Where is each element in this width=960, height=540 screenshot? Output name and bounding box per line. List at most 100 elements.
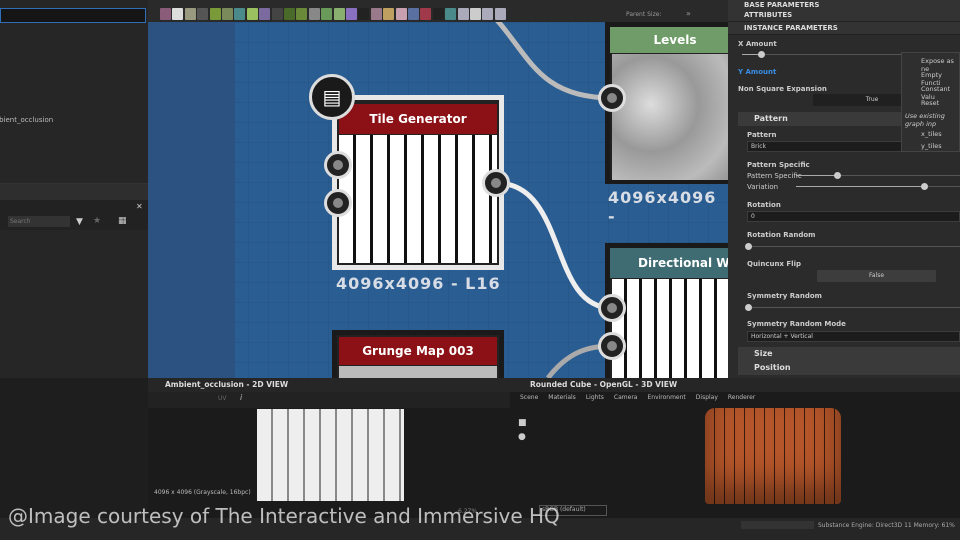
node-doc-icon: ▤ xyxy=(309,74,355,120)
menu-camera[interactable]: Camera xyxy=(614,394,638,401)
menu-item-x-tiles[interactable]: x_tiles xyxy=(921,130,942,138)
menu-item-reset[interactable]: Reset xyxy=(921,99,939,107)
texture-preview xyxy=(257,409,404,501)
output-socket[interactable] xyxy=(482,169,510,197)
panel-divider xyxy=(0,183,148,200)
rotation-input[interactable]: 0 xyxy=(747,211,960,222)
node-tool-icon[interactable] xyxy=(470,8,481,20)
input-socket[interactable] xyxy=(324,151,352,179)
menu-renderer[interactable]: Renderer xyxy=(728,394,755,401)
menu-display[interactable]: Display xyxy=(696,394,718,401)
explorer-field[interactable] xyxy=(0,8,146,23)
node-tool-icon[interactable] xyxy=(296,8,308,20)
quincunx-toggle[interactable]: False xyxy=(817,270,936,282)
info-icon[interactable]: i xyxy=(240,393,242,402)
node-tool-icon[interactable] xyxy=(494,8,506,20)
node-tool-icon[interactable] xyxy=(420,8,432,20)
slider-handle[interactable] xyxy=(920,183,928,190)
input-socket[interactable] xyxy=(598,84,626,112)
node-tool-icon[interactable] xyxy=(321,8,333,20)
rotation-label: Rotation xyxy=(747,201,781,209)
input-socket[interactable] xyxy=(598,294,626,322)
non-square-label: Non Square Expansion xyxy=(738,85,827,93)
context-menu: Expose as ne Empty Functi Constant Valu … xyxy=(901,52,960,152)
pattern-specific-label: Pattern Specific xyxy=(747,172,802,180)
slider-handle[interactable] xyxy=(745,304,752,311)
pattern-select[interactable]: Brick xyxy=(747,141,902,152)
view-2d-title: Ambient_occlusion - 2D VIEW xyxy=(148,378,510,392)
node-tool-icon[interactable] xyxy=(284,8,295,20)
node-tool-icon[interactable] xyxy=(383,8,395,20)
symmetry-mode-select[interactable]: Horizontal + Vertical xyxy=(747,331,960,342)
node-thumbnail xyxy=(339,135,497,263)
input-socket[interactable] xyxy=(324,189,352,217)
node-title: Directional Wa xyxy=(610,248,728,278)
uv-dropdown[interactable]: UV xyxy=(218,395,227,402)
explorer-panel: ambient_occlusion Search ▼ ★ ▦ ✕ xyxy=(0,0,148,378)
engine-status: Substance Engine: Direct3D 11 Memory: 61… xyxy=(818,522,955,529)
x-amount-label: X Amount xyxy=(738,40,777,48)
filter-icon[interactable]: ▼ xyxy=(76,217,83,227)
tree-item[interactable]: ambient_occlusion xyxy=(0,116,53,124)
star-icon[interactable]: ★ xyxy=(93,216,101,226)
menu-environment[interactable]: Environment xyxy=(647,394,685,401)
group-size[interactable]: Size xyxy=(738,347,960,361)
slider-handle[interactable] xyxy=(834,172,841,179)
grid-view-icon[interactable]: ▦ xyxy=(118,216,127,226)
node-tool-icon[interactable] xyxy=(259,8,271,20)
library-search-input[interactable]: Search xyxy=(8,216,70,227)
node-grunge-map[interactable]: Grunge Map 003 xyxy=(332,330,504,378)
node-tool-icon[interactable] xyxy=(346,8,357,20)
menu-lights[interactable]: Lights xyxy=(586,394,604,401)
quincunx-label: Quincunx Flip xyxy=(747,260,801,268)
node-tool-icon[interactable] xyxy=(308,8,320,20)
node-tool-icon[interactable] xyxy=(358,8,370,20)
node-thumbnail xyxy=(339,366,497,378)
input-socket[interactable] xyxy=(598,332,626,360)
close-icon[interactable]: ✕ xyxy=(136,202,143,211)
wire xyxy=(495,180,613,311)
x-amount-slider[interactable] xyxy=(742,51,902,58)
graph-canvas[interactable]: Tile Generator ▤ 4096x4096 - L16 Levels … xyxy=(148,22,728,378)
menu-item-y-tiles[interactable]: y_tiles xyxy=(921,142,942,150)
node-tool-icon[interactable] xyxy=(222,8,233,20)
node-tool-icon[interactable] xyxy=(209,8,221,20)
node-tool-icon[interactable] xyxy=(271,8,283,20)
menu-scene[interactable]: Scene xyxy=(520,394,538,401)
group-position[interactable]: Position xyxy=(738,361,960,375)
node-tool-icon[interactable] xyxy=(333,8,345,20)
node-tool-icon[interactable] xyxy=(234,8,246,20)
panel-title: Rounded Cube - OpenGL - 3D VIEW xyxy=(530,380,678,389)
rotation-random-label: Rotation Random xyxy=(747,231,816,239)
slider-handle[interactable] xyxy=(745,243,752,250)
node-tool-icon[interactable] xyxy=(172,8,184,20)
pattern-specific-slider[interactable] xyxy=(796,172,960,179)
node-tool-icon[interactable] xyxy=(160,8,171,20)
node-title: Tile Generator xyxy=(339,104,497,134)
node-tool-icon[interactable] xyxy=(457,8,469,20)
node-tool-icon[interactable] xyxy=(432,8,444,20)
symmetry-random-slider[interactable] xyxy=(745,304,960,311)
camera-icon[interactable]: ■ xyxy=(518,418,527,428)
more-button[interactable]: » xyxy=(686,9,691,18)
section-instance-parameters[interactable]: INSTANCE PARAMETERS xyxy=(728,22,960,35)
menu-materials[interactable]: Materials xyxy=(548,394,576,401)
node-tool-icon[interactable] xyxy=(482,8,494,20)
node-tool-icon[interactable] xyxy=(395,8,407,20)
rotation-random-slider[interactable] xyxy=(745,243,960,250)
variation-slider[interactable] xyxy=(796,183,960,190)
node-tile-generator[interactable]: Tile Generator xyxy=(332,95,504,270)
section-attributes[interactable]: ATTRIBUTES xyxy=(728,9,960,22)
node-tool-icon[interactable] xyxy=(197,8,209,20)
node-tool-icon[interactable] xyxy=(370,8,382,20)
node-tool-icon[interactable] xyxy=(184,8,196,20)
node-tool-icon[interactable] xyxy=(445,8,457,20)
node-tool-icon[interactable] xyxy=(408,8,419,20)
view-3d-title: Rounded Cube - OpenGL - 3D VIEW xyxy=(510,378,960,392)
menu-hint: Use existing graph inp xyxy=(905,112,945,128)
symmetry-random-label: Symmetry Random xyxy=(747,292,822,300)
light-icon[interactable]: ● xyxy=(518,432,526,442)
pattern-label: Pattern xyxy=(747,131,777,139)
node-tool-icon[interactable] xyxy=(246,8,258,20)
slider-handle[interactable] xyxy=(758,51,766,58)
